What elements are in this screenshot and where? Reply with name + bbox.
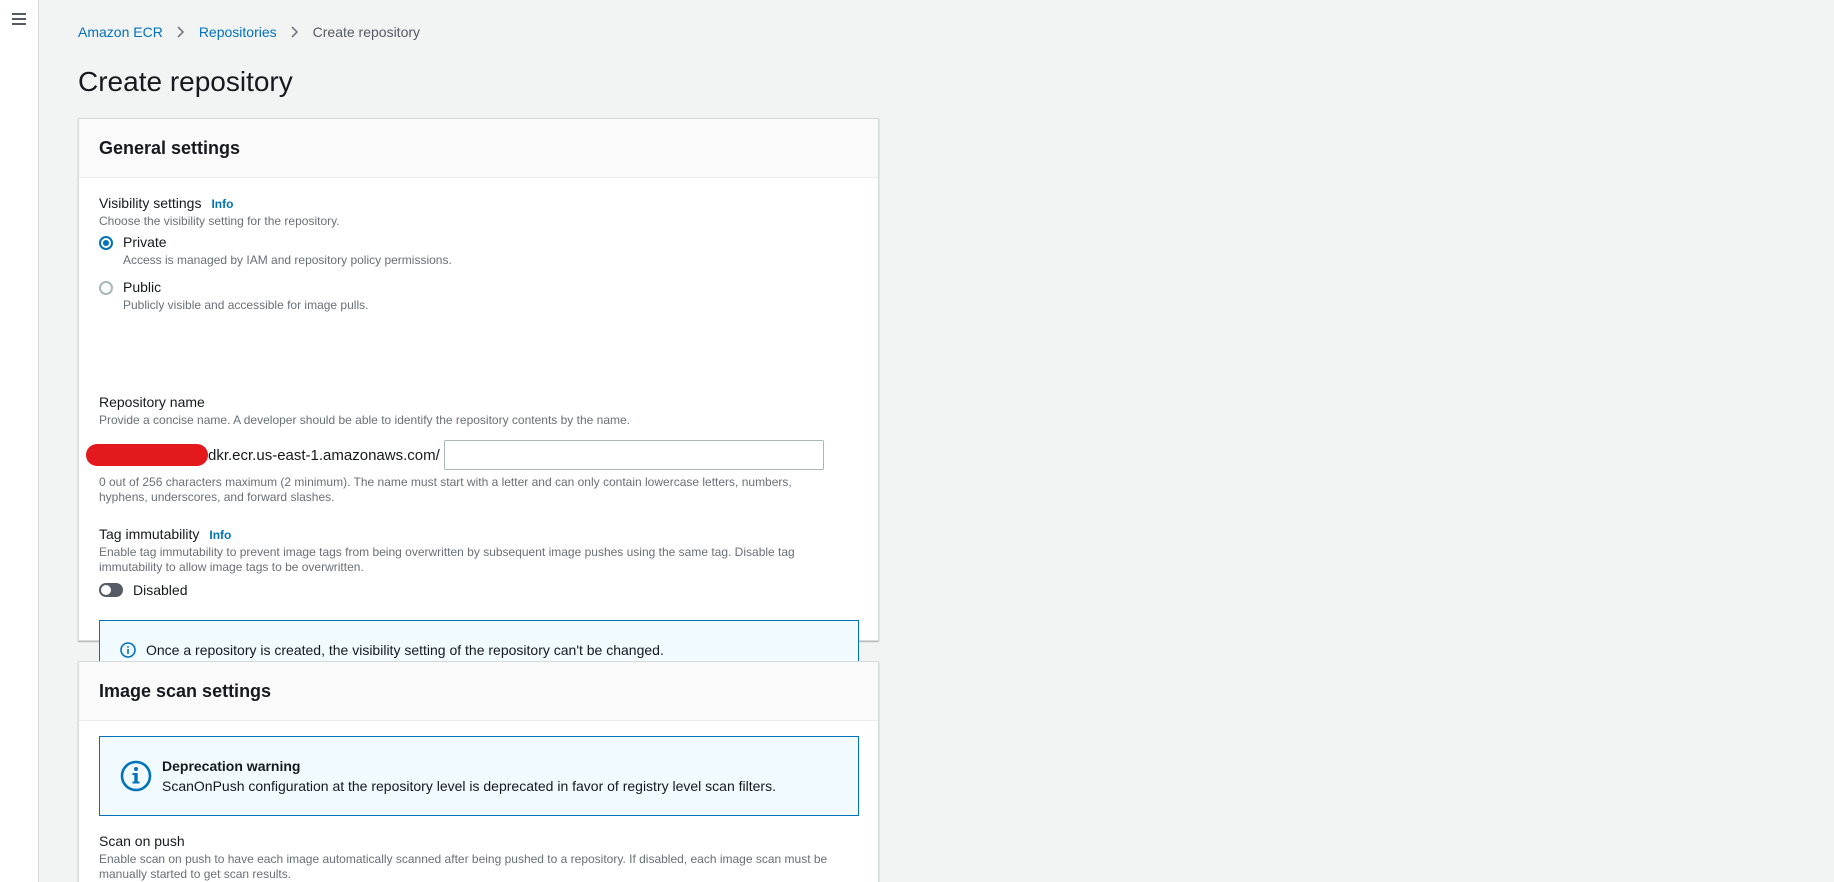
side-navigation [0, 0, 39, 882]
radio-public-description: Publicly visible and accessible for imag… [123, 298, 369, 312]
tag-immutability-info-link[interactable]: Info [209, 528, 231, 542]
general-settings-header: General settings [79, 119, 878, 178]
radio-public-label: Public [123, 279, 162, 295]
breadcrumb-repositories[interactable]: Repositories [199, 24, 277, 40]
repository-name-description: Provide a concise name. A developer shou… [99, 413, 630, 427]
radio-private-label: Private [123, 234, 167, 250]
radio-private[interactable]: Private Access is managed by IAM and rep… [99, 234, 452, 268]
repository-uri-prefix: dkr.ecr.us-east-1.amazonaws.com/ [208, 446, 440, 464]
info-icon [120, 642, 136, 658]
repository-name-help: 0 out of 256 characters maximum (2 minim… [99, 475, 792, 504]
tag-immutability-toggle[interactable] [99, 583, 123, 597]
image-scan-settings-title: Image scan settings [99, 680, 272, 701]
chevron-right-icon [177, 26, 184, 38]
visibility-label: Visibility settings [99, 195, 202, 211]
visibility-alert-text: Once a repository is created, the visibi… [146, 642, 664, 658]
image-scan-settings-header: Image scan settings [79, 662, 878, 721]
hamburger-menu-icon[interactable] [10, 10, 28, 28]
radio-public[interactable]: Public Publicly visible and accessible f… [99, 279, 368, 313]
redacted-account-id [86, 444, 208, 466]
repository-name-input[interactable] [443, 440, 824, 470]
visibility-description: Choose the visibility setting for the re… [99, 214, 340, 228]
tag-immutability-label: Tag immutability [99, 526, 200, 542]
tag-immutability-description: Enable tag immutability to prevent image… [99, 545, 795, 574]
visibility-info-link[interactable]: Info [211, 197, 233, 211]
deprecation-warning-text: ScanOnPush configuration at the reposito… [162, 778, 776, 794]
general-settings-title: General settings [99, 137, 241, 158]
page-title: Create repository [78, 66, 293, 97]
breadcrumb-amazon-ecr[interactable]: Amazon ECR [78, 24, 163, 40]
deprecation-warning-alert: Deprecation warning ScanOnPush configura… [99, 736, 859, 816]
radio-private-button[interactable] [99, 236, 113, 250]
general-settings-panel: General settings Visibility settings Inf… [78, 118, 879, 680]
radio-public-button[interactable] [99, 281, 113, 295]
radio-private-description: Access is managed by IAM and repository … [123, 253, 452, 267]
repository-name-label: Repository name [99, 394, 205, 410]
scan-on-push-label: Scan on push [99, 833, 185, 849]
scan-on-push-description: Enable scan on push to have each image a… [99, 852, 828, 881]
chevron-right-icon [291, 26, 298, 38]
breadcrumb: Amazon ECR Repositories Create repositor… [78, 24, 420, 40]
repository-uri-row: dkr.ecr.us-east-1.amazonaws.com/ [86, 440, 824, 470]
breadcrumb-current: Create repository [312, 24, 421, 40]
deprecation-warning-title: Deprecation warning [162, 758, 301, 774]
info-icon [120, 760, 152, 792]
tag-immutability-toggle-label: Disabled [133, 582, 188, 598]
image-scan-settings-panel: Image scan settings Deprecation warning … [78, 661, 879, 882]
tag-immutability-toggle-row[interactable]: Disabled [99, 582, 187, 598]
